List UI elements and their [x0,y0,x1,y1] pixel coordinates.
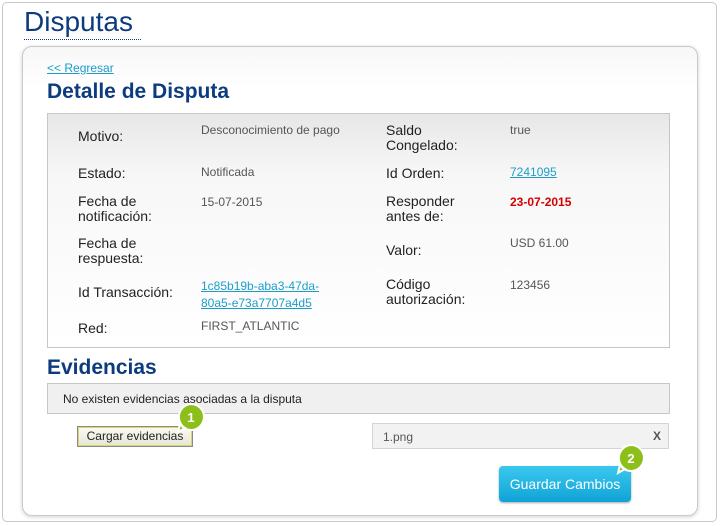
order-id-link[interactable]: 7241095 [510,164,557,181]
network-label: Red: [78,320,108,336]
back-link[interactable]: << Regresar [47,61,114,75]
frozen-balance-label-line2: Congelado: [386,137,458,153]
transaction-id-link[interactable]: 1c85b19b-aba3-47da- 80a5-e73a7707a4d5 [201,278,319,312]
status-label: Estado: [78,165,126,181]
frozen-balance-value: true [510,123,531,137]
notification-date-value: 15-07-2015 [201,195,263,209]
step-marker-2-number: 2 [627,451,634,466]
respond-before-label: Responder antes de: [386,194,455,224]
page-title: Disputas [24,6,133,37]
response-date-label-line2: respuesta: [78,250,144,266]
evidence-list: No existen evidencias asociadas a la dis… [47,383,670,414]
respond-before-label-line1: Responder [386,193,455,209]
evidence-section-title: Evidencias [47,356,157,379]
frozen-balance-label-line1: Saldo [386,122,422,138]
respond-before-label-line2: antes de: [386,208,444,224]
auth-code-label: Código autorización: [386,277,465,307]
notification-date-label: Fecha de notificación: [78,194,152,224]
reason-label: Motivo: [78,128,124,144]
transaction-id-label: Id Transacción: [78,284,173,300]
step-marker-1-icon: 1 [176,402,205,434]
response-date-label: Fecha de respuesta: [78,236,143,266]
step-marker-1-number: 1 [187,410,194,425]
auth-code-label-line1: Código [386,276,431,292]
auth-code-value: 123456 [510,278,551,292]
title-underline [24,39,141,40]
auth-code-label-line2: autorización: [386,291,466,307]
respond-before-value: 23-07-2015 [510,195,572,209]
amount-value: USD 61.00 [510,236,569,250]
frozen-balance-label: Saldo Congelado: [386,123,458,153]
response-date-label-line1: Fecha de [78,235,137,251]
notification-date-label-line1: Fecha de [78,193,137,209]
selected-file-name: 1.png [383,430,414,444]
dispute-detail-panel [47,113,670,348]
save-changes-button[interactable]: Guardar Cambios [499,466,631,502]
network-value: FIRST_ATLANTIC [201,319,300,333]
transaction-id-line2: 80a5-e73a7707a4d5 [201,296,312,310]
remove-file-button[interactable]: X [653,429,661,443]
amount-label: Valor: [386,242,422,258]
transaction-id-line1: 1c85b19b-aba3-47da- [201,279,320,293]
step-marker-2-icon: 2 [616,443,645,475]
order-id-label: Id Orden: [386,165,445,181]
detail-section-title: Detalle de Disputa [47,80,230,103]
notification-date-label-line2: notificación: [78,208,152,224]
status-value: Notificada [201,165,255,179]
reason-value: Desconocimiento de pago [201,123,340,137]
